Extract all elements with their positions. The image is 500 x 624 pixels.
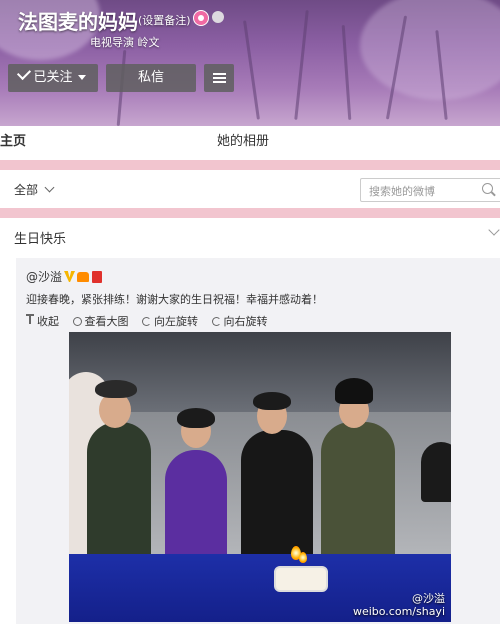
lavender-stalk bbox=[341, 25, 352, 120]
cover-bokeh bbox=[360, 0, 500, 100]
view-large-label: 查看大图 bbox=[84, 315, 129, 328]
followed-button[interactable]: 已关注 bbox=[8, 64, 98, 92]
photo-watermark: @沙溢 weibo.com/shayi bbox=[353, 592, 445, 618]
rotate-left-label: 向左旋转 bbox=[154, 315, 198, 328]
caret-down-icon bbox=[77, 75, 86, 80]
profile-cover: 法图麦的妈妈 (设置备注) 电视导演 岭文 已关注 私信 bbox=[0, 0, 500, 126]
rotate-left-button[interactable]: 向左旋转 bbox=[142, 313, 198, 329]
repost-author[interactable]: @沙溢 bbox=[26, 268, 103, 285]
followed-label: 已关注 bbox=[33, 70, 73, 85]
post-card: 生日快乐 @沙溢 迎接春晚，紧张排练！谢谢大家的生日祝福！幸福并感动着！ 收起 … bbox=[0, 218, 500, 624]
filter-selected: 全部 bbox=[14, 183, 39, 197]
divider bbox=[0, 160, 500, 170]
divider bbox=[0, 208, 500, 218]
rotate-right-button[interactable]: 向右旋转 bbox=[211, 313, 268, 329]
photo-person bbox=[321, 422, 395, 572]
chevron-down-icon[interactable] bbox=[488, 224, 500, 236]
profile-name: 法图麦的妈妈 bbox=[18, 10, 138, 34]
photo-person bbox=[421, 442, 451, 502]
photo-hair bbox=[253, 392, 291, 410]
zoom-icon bbox=[72, 317, 82, 326]
watermark-author: @沙溢 bbox=[412, 592, 445, 605]
reposted-content: @沙溢 迎接春晚，紧张排练！谢谢大家的生日祝福！幸福并感动着！ 收起 查看大图 … bbox=[16, 258, 500, 624]
author-name[interactable]: @沙溢 bbox=[26, 270, 62, 284]
check-icon bbox=[17, 65, 32, 81]
photo-hair bbox=[177, 408, 215, 428]
profile-tabs: 主页 她的相册 bbox=[0, 126, 500, 162]
photo-person bbox=[165, 450, 227, 560]
watermark-url: weibo.com/shayi bbox=[352, 605, 445, 618]
lavender-stalk bbox=[294, 10, 309, 120]
search-input[interactable]: 搜索她的微博 bbox=[360, 178, 500, 202]
tab-album[interactable]: 她的相册 bbox=[217, 126, 269, 160]
membership-icon[interactable] bbox=[212, 11, 224, 23]
search-placeholder: 搜索她的微博 bbox=[369, 185, 435, 198]
verified-icon bbox=[64, 271, 76, 282]
candle-flame bbox=[299, 552, 307, 563]
post-photo[interactable]: @沙溢 weibo.com/shayi bbox=[69, 332, 451, 622]
view-large-button[interactable]: 查看大图 bbox=[72, 313, 129, 329]
collapse-label: 收起 bbox=[37, 315, 59, 328]
rotate-right-label: 向右旋转 bbox=[223, 315, 268, 328]
more-menu-button[interactable] bbox=[204, 64, 234, 92]
tab-home[interactable]: 主页 bbox=[0, 126, 30, 162]
filter-dropdown[interactable]: 全部 bbox=[14, 181, 55, 198]
set-remark-link[interactable]: (设置备注) bbox=[138, 12, 191, 28]
post-text: 生日快乐 bbox=[14, 232, 67, 247]
chevron-down-icon bbox=[44, 182, 55, 193]
menu-icon bbox=[212, 72, 226, 83]
collapse-icon bbox=[26, 314, 34, 326]
female-icon bbox=[193, 10, 209, 26]
rotate-right-icon bbox=[211, 317, 221, 326]
message-button[interactable]: 私信 bbox=[106, 64, 196, 92]
lavender-stalk bbox=[243, 20, 260, 120]
vip-icon bbox=[77, 272, 90, 282]
feed-filter-bar: 全部 搜索她的微博 bbox=[0, 170, 500, 208]
image-actions: 收起 查看大图 向左旋转 向右旋转 bbox=[26, 313, 278, 329]
photo-beanie bbox=[335, 378, 373, 404]
repost-text: 迎接春晚，紧张排练！谢谢大家的生日祝福！幸福并感动着！ bbox=[26, 293, 323, 306]
collapse-button[interactable]: 收起 bbox=[26, 313, 59, 329]
search-icon[interactable] bbox=[482, 183, 493, 194]
photo-cake bbox=[274, 566, 328, 592]
red-envelope-icon bbox=[92, 271, 103, 283]
message-label: 私信 bbox=[137, 70, 164, 85]
profile-description: 电视导演 岭文 bbox=[90, 36, 160, 49]
rotate-left-icon bbox=[142, 317, 151, 326]
photo-cap bbox=[95, 380, 137, 398]
